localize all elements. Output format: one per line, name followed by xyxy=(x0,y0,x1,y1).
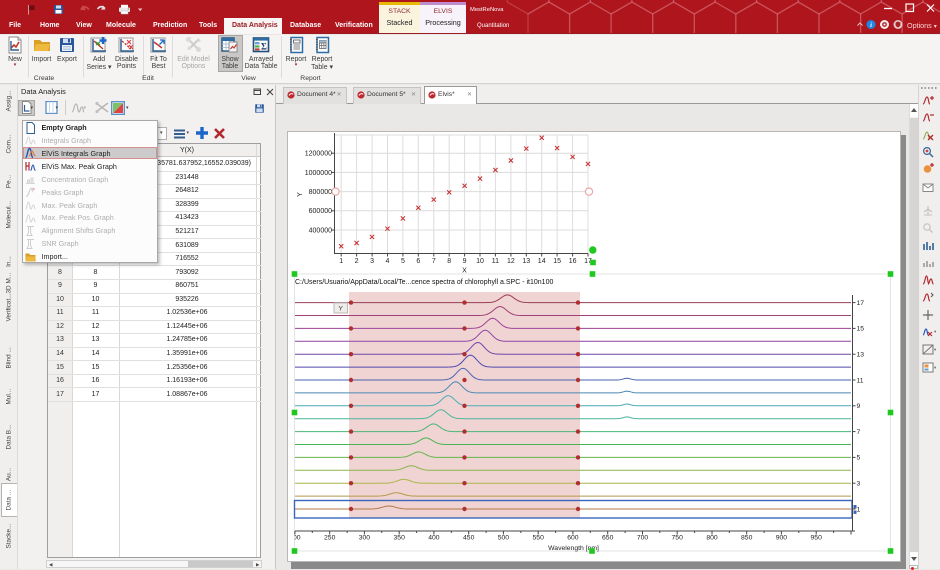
svg-text:16: 16 xyxy=(569,258,577,265)
svg-text:1: 1 xyxy=(339,258,343,265)
svg-text:9: 9 xyxy=(857,403,861,410)
svg-text:8: 8 xyxy=(447,258,451,265)
svg-text:7: 7 xyxy=(857,429,861,436)
svg-text:550: 550 xyxy=(533,535,545,542)
svg-text:650: 650 xyxy=(602,535,614,542)
svg-text:400000: 400000 xyxy=(309,227,332,234)
svg-text:3: 3 xyxy=(370,258,374,265)
svg-text:800000: 800000 xyxy=(309,189,332,196)
svg-text:1: 1 xyxy=(857,506,861,513)
svg-text:850: 850 xyxy=(741,535,753,542)
svg-text:600000: 600000 xyxy=(309,208,332,215)
svg-text:800: 800 xyxy=(706,535,718,542)
svg-text:900: 900 xyxy=(776,535,788,542)
svg-text:13: 13 xyxy=(522,258,530,265)
svg-text:11: 11 xyxy=(857,377,864,384)
svg-text:17: 17 xyxy=(857,300,865,307)
svg-text:300: 300 xyxy=(359,535,371,542)
svg-text:Σ: Σ xyxy=(261,42,267,52)
svg-text:13: 13 xyxy=(857,352,865,359)
svg-text:6: 6 xyxy=(416,258,420,265)
svg-text:15: 15 xyxy=(553,258,561,265)
svg-text:11: 11 xyxy=(492,258,499,265)
svg-text:200: 200 xyxy=(289,535,301,542)
svg-text:10: 10 xyxy=(476,258,484,265)
svg-text:350: 350 xyxy=(394,535,406,542)
svg-text:C:/Users/Usuario/AppData/Local: C:/Users/Usuario/AppData/Local/Te...cenc… xyxy=(295,279,553,286)
svg-text:12: 12 xyxy=(507,258,515,265)
svg-text:2: 2 xyxy=(355,258,359,265)
svg-text:1200000: 1200000 xyxy=(305,151,332,158)
svg-text:700: 700 xyxy=(637,535,649,542)
svg-text:250: 250 xyxy=(324,535,336,542)
svg-text:950: 950 xyxy=(811,535,823,542)
svg-text:450: 450 xyxy=(463,535,475,542)
svg-text:i: i xyxy=(870,22,872,29)
svg-text:X: X xyxy=(462,268,467,275)
svg-text:3: 3 xyxy=(857,481,861,488)
svg-text:4: 4 xyxy=(386,258,390,265)
svg-text:750: 750 xyxy=(672,535,684,542)
svg-text:15: 15 xyxy=(857,326,865,333)
svg-text:9: 9 xyxy=(463,258,467,265)
svg-text:1000000: 1000000 xyxy=(305,170,332,177)
svg-text:Y: Y xyxy=(297,192,304,197)
svg-text:400: 400 xyxy=(428,535,440,542)
svg-text:7: 7 xyxy=(432,258,436,265)
svg-text:5: 5 xyxy=(857,455,861,462)
svg-text:14: 14 xyxy=(538,258,546,265)
svg-text:600: 600 xyxy=(567,535,579,542)
svg-text:5: 5 xyxy=(401,258,405,265)
svg-text:Y: Y xyxy=(339,306,344,313)
svg-text:500: 500 xyxy=(498,535,510,542)
